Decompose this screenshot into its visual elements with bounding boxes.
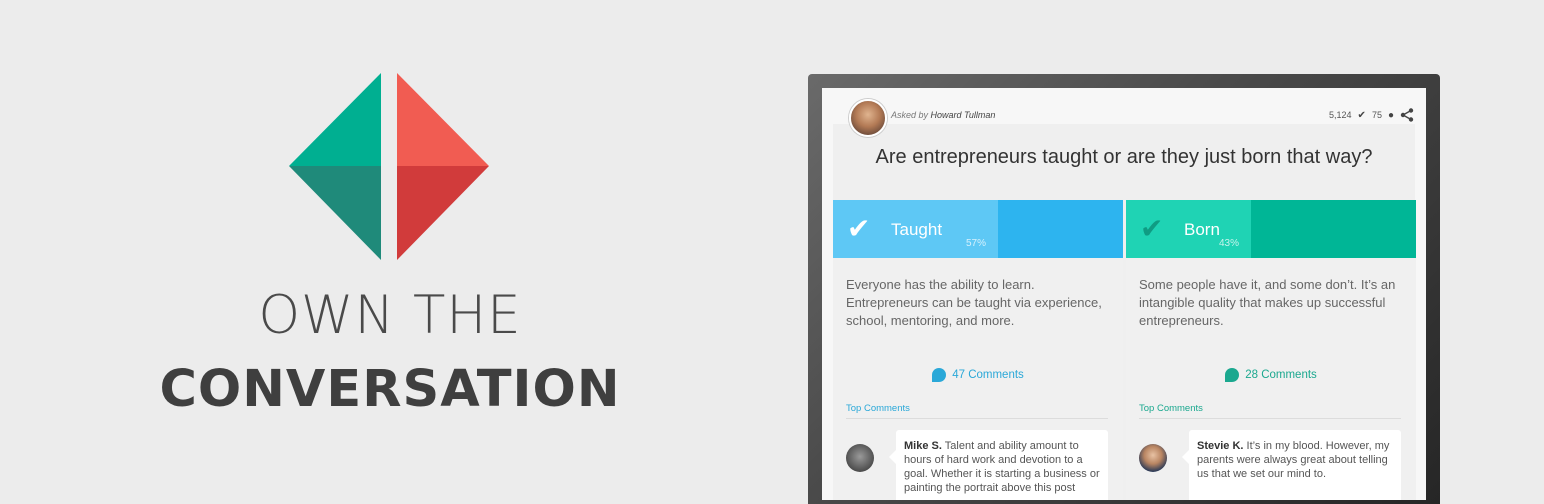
top-comments-heading: Top Comments [1139,403,1203,414]
asker-avatar[interactable] [849,99,887,137]
share-icon[interactable] [1400,108,1414,122]
divider [846,418,1108,419]
option-column-born: ✔ Born 43% Some people have it, and some… [1126,200,1416,500]
brand-logo [289,73,489,260]
commenter-avatar[interactable] [1139,444,1167,472]
option-bar-born[interactable]: ✔ Born 43% [1126,200,1416,258]
asked-prefix: Asked by [891,110,929,120]
top-comment-text: Mike S. Talent and ability amount to hou… [904,439,1104,495]
comment-author: Mike S. [904,440,942,452]
comments-link[interactable]: 47 Comments [833,368,1123,382]
divider [1139,418,1401,419]
option-description: Everyone has the ability to learn. Entre… [846,277,1102,328]
option-label: Taught [891,220,943,239]
check-icon: ✔ [1140,213,1164,244]
option-percent: 43% [1219,238,1240,249]
remaining-fill [998,200,1123,258]
comment-bubble-icon [932,368,947,382]
top-comments-heading: Top Comments [846,403,910,414]
logo-bottom-right [397,166,489,260]
comment-count: 75 [1371,110,1382,120]
option-label: Born [1184,220,1220,239]
vote-count: 5,124 [1329,110,1352,120]
logo-top-left [289,73,381,166]
option-description: Some people have it, and some don’t. It’… [1139,277,1396,328]
question-title: Are entrepreneurs taught or are they jus… [875,146,1373,168]
comments-count-label: 47 Comments [952,369,1024,382]
tagline-line-2: CONVERSATION [159,360,621,419]
device-screen: Asked by Howard Tullman 5,124 ✔ 75 ● Are… [822,88,1426,500]
asked-by: Asked by Howard Tullman [891,110,995,120]
option-bar-taught[interactable]: ✔ Taught 57% [833,200,1123,258]
logo-bottom-left [289,166,381,260]
remaining-fill [1251,200,1416,258]
top-comment[interactable]: Mike S. Talent and ability amount to hou… [889,430,1108,500]
comment-bubble-icon: ● [1387,109,1394,121]
commenter-avatar[interactable] [846,444,874,472]
top-comment-text: Stevie K. It’s in my blood. However, my … [1197,439,1397,481]
asker-name[interactable]: Howard Tullman [931,110,996,120]
option-percent: 57% [966,238,987,249]
question-stats: 5,124 ✔ 75 ● [1329,108,1414,122]
comment-author: Stevie K. [1197,440,1244,452]
top-comment[interactable]: Stevie K. It’s in my blood. However, my … [1182,430,1401,500]
comment-bubble-icon [1225,368,1240,382]
comments-count-label: 28 Comments [1245,369,1317,382]
option-column-taught: ✔ Taught 57% Everyone has the ability to… [833,200,1123,500]
check-icon: ✔ [1357,109,1366,121]
check-icon: ✔ [847,213,871,244]
comments-link[interactable]: 28 Comments [1126,368,1416,382]
tagline-line-1: OWN THE [258,285,522,346]
logo-top-right [397,73,489,166]
